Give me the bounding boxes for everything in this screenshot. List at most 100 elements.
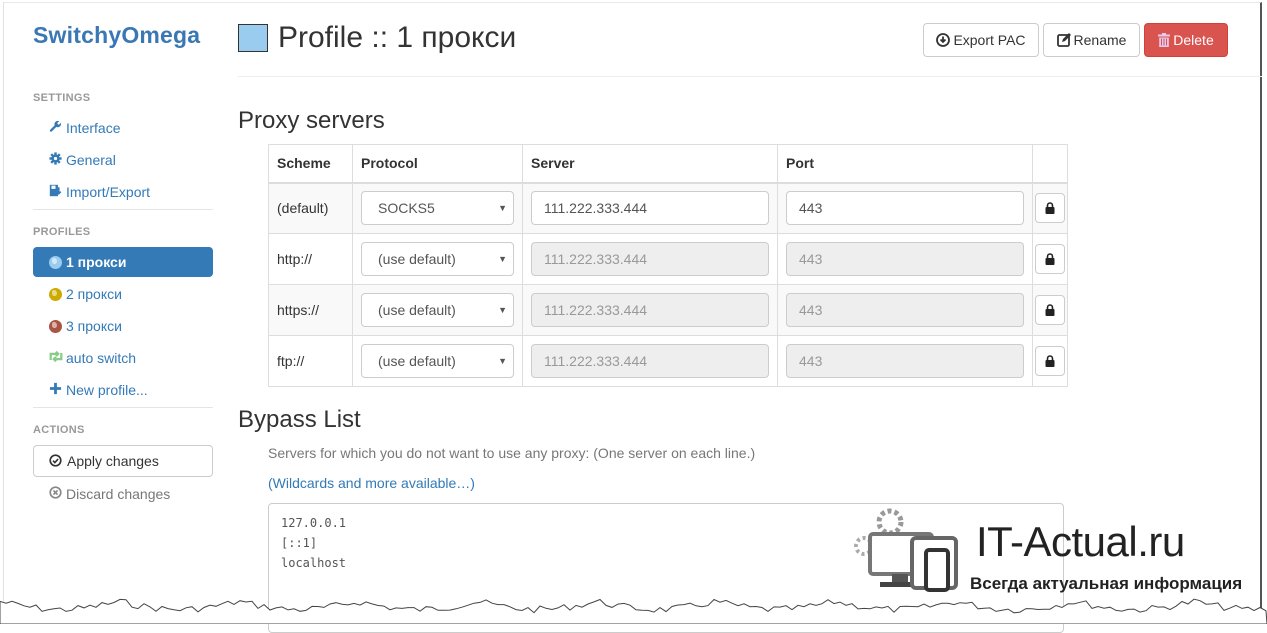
table-row: (default) SOCKS5 ▼ 111.222.333.444 443	[268, 182, 1068, 234]
sidebar-item-label: 2 прокси	[66, 286, 122, 302]
table-row: ftp:// (use default) ▼ 111.222.333.444 4…	[268, 335, 1068, 387]
protocol-value: (use default)	[378, 251, 456, 267]
table-row: https:// (use default) ▼ 111.222.333.444…	[268, 284, 1068, 336]
protocol-value: (use default)	[378, 353, 456, 369]
sidebar-item-new-profile[interactable]: New profile...	[33, 375, 213, 405]
protocol-select[interactable]: (use default) ▼	[361, 293, 514, 327]
scheme-label: https://	[277, 302, 320, 318]
sidebar-item-label: Interface	[66, 120, 121, 136]
rename-label: Rename	[1073, 32, 1127, 48]
sidebar-item-label: 3 прокси	[66, 318, 122, 334]
nav-divider	[33, 407, 213, 408]
scheme-label: (default)	[277, 200, 329, 217]
trash-icon	[1158, 26, 1171, 58]
discard-changes-button[interactable]: Discard changes	[33, 479, 213, 509]
times-circle-icon	[48, 479, 62, 509]
retweet-icon	[48, 343, 63, 373]
column-header-actions	[1032, 144, 1068, 184]
globe-icon	[48, 288, 62, 301]
proxy-servers-title: Proxy servers	[238, 107, 385, 134]
export-pac-button[interactable]: Export PAC	[923, 23, 1039, 57]
table-row: http:// (use default) ▼ 111.222.333.444 …	[268, 233, 1068, 285]
globe-icon	[48, 320, 62, 333]
sidebar-item-interface[interactable]: Interface	[33, 113, 213, 143]
column-header-scheme: Scheme	[268, 144, 353, 184]
protocol-value: (use default)	[378, 302, 456, 318]
lock-icon	[1045, 253, 1055, 265]
server-input[interactable]: 111.222.333.444	[531, 242, 769, 276]
sidebar-item-label: General	[66, 152, 116, 168]
nav-divider	[33, 209, 213, 210]
watermark-subtitle: Всегда актуальная информация	[970, 574, 1243, 593]
header-divider	[238, 76, 1262, 77]
watermark-title: IT-Actual.ru	[976, 518, 1185, 565]
profiles-header: PROFILES	[33, 226, 91, 238]
watermark: IT-Actual.ru Всегда актуальная информаци…	[850, 508, 1260, 598]
sidebar-item-label: 1 прокси	[66, 254, 127, 270]
sidebar-item-profile-1[interactable]: 1 прокси	[33, 247, 213, 277]
settings-header: SETTINGS	[33, 92, 91, 104]
check-circle-icon	[49, 447, 63, 477]
auth-lock-button[interactable]	[1035, 346, 1065, 376]
column-header-port: Port	[777, 144, 1033, 184]
gear-icon	[48, 145, 62, 175]
protocol-value: SOCKS5	[378, 200, 435, 217]
column-header-protocol: Protocol	[352, 144, 523, 184]
auth-lock-button[interactable]	[1035, 295, 1065, 325]
server-input[interactable]: 111.222.333.444	[531, 293, 769, 327]
table-header-row: Scheme Protocol Server Port	[268, 144, 1068, 184]
sidebar-item-label: New profile...	[66, 382, 148, 398]
scheme-label: http://	[277, 251, 313, 267]
profile-color-swatch[interactable]	[238, 24, 268, 52]
sidebar-item-import-export[interactable]: Import/Export	[33, 177, 213, 207]
wildcards-link[interactable]: (Wildcards and more available…)	[268, 475, 475, 491]
scheme-cell: (default)	[268, 182, 353, 234]
scheme-label: ftp://	[277, 353, 305, 369]
auth-lock-button[interactable]	[1035, 244, 1065, 274]
server-input[interactable]: 111.222.333.444	[531, 191, 769, 226]
protocol-select[interactable]: (use default) ▼	[361, 344, 514, 378]
delete-button[interactable]: Delete	[1144, 23, 1228, 57]
delete-label: Delete	[1173, 32, 1214, 48]
apply-changes-label: Apply changes	[67, 453, 159, 469]
protocol-select[interactable]: (use default) ▼	[361, 242, 514, 276]
globe-icon	[48, 256, 62, 269]
export-pac-label: Export PAC	[953, 32, 1026, 48]
sidebar-item-auto-switch[interactable]: auto switch	[33, 343, 213, 373]
scheme-cell: https://	[268, 284, 353, 336]
proxy-servers-table: Scheme Protocol Server Port (default) SO…	[268, 144, 1068, 387]
auth-lock-button[interactable]	[1035, 193, 1065, 224]
scheme-cell: ftp://	[268, 335, 353, 387]
torn-edge	[0, 598, 1267, 624]
server-input[interactable]: 111.222.333.444	[531, 344, 769, 378]
sidebar-item-label: auto switch	[66, 350, 137, 366]
port-input[interactable]: 443	[786, 293, 1024, 327]
lock-icon	[1045, 202, 1055, 215]
sidebar-item-profile-2[interactable]: 2 прокси	[33, 279, 213, 309]
edit-icon	[1056, 26, 1071, 58]
plus-icon	[48, 375, 62, 405]
sidebar-item-profile-3[interactable]: 3 прокси	[33, 311, 213, 341]
port-input[interactable]: 443	[786, 344, 1024, 378]
caret-down-icon: ▼	[498, 203, 507, 214]
rename-button[interactable]: Rename	[1043, 23, 1140, 57]
download-icon	[936, 26, 951, 58]
apply-changes-button[interactable]: Apply changes	[33, 445, 213, 477]
app-brand[interactable]: SwitchyOmega	[33, 22, 200, 49]
port-input[interactable]: 443	[786, 191, 1024, 226]
devices-gears-icon	[854, 508, 958, 592]
import-export-icon	[48, 177, 62, 207]
wrench-icon	[48, 113, 62, 143]
discard-changes-label: Discard changes	[66, 486, 171, 502]
page-title: Profile :: 1 прокси	[278, 21, 517, 54]
lock-icon	[1045, 304, 1055, 316]
port-input[interactable]: 443	[786, 242, 1024, 276]
bypass-list-title: Bypass List	[238, 406, 361, 433]
protocol-select[interactable]: SOCKS5 ▼	[361, 191, 514, 226]
sidebar-item-general[interactable]: General	[33, 145, 213, 175]
column-header-server: Server	[522, 144, 778, 184]
bypass-help-text: Servers for which you do not want to use…	[268, 445, 756, 461]
actions-header: ACTIONS	[33, 424, 85, 436]
scheme-cell: http://	[268, 233, 353, 285]
caret-down-icon: ▼	[498, 356, 507, 366]
